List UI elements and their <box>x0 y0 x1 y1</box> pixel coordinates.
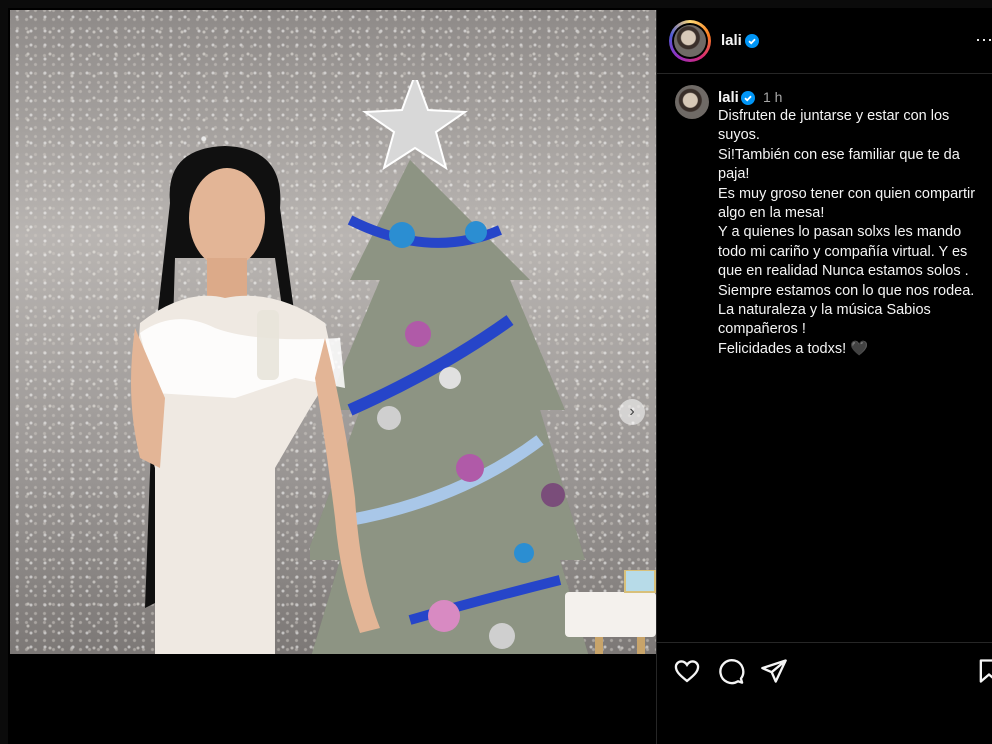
caption-line: todo mi cariño y compañía virtual. Y es <box>718 243 968 260</box>
caption-line: compañeros ! <box>718 321 806 338</box>
send-icon[interactable] <box>760 657 788 685</box>
woman-image <box>131 146 380 654</box>
verified-badge-icon <box>741 91 755 105</box>
caption-line: La naturaleza y la música Sabios <box>718 302 931 319</box>
chevron-right-icon: › <box>629 403 635 420</box>
caption-line: Disfruten de juntarse y estar con los <box>718 108 950 124</box>
caption-line: que en realidad Nunca estamos solos . <box>718 263 969 280</box>
caption-line: algo en la mesa! <box>718 205 825 222</box>
avatar-image <box>674 25 706 57</box>
toy-piano-image <box>565 570 656 654</box>
caption-line: Y a quienes lo pasan solxs les mando <box>718 224 962 241</box>
header-username[interactable]: lali <box>721 32 742 49</box>
next-photo-button[interactable]: › <box>619 399 645 425</box>
bookmark-icon[interactable] <box>975 657 992 685</box>
post-caption: Disfruten de juntarse y estar con los su… <box>718 107 988 359</box>
avatar <box>672 23 708 59</box>
photo-letterbox <box>10 654 656 744</box>
caption-line: paja! <box>718 166 750 183</box>
action-bar <box>657 642 992 699</box>
caption-avatar[interactable] <box>675 85 709 119</box>
column-divider <box>656 10 657 744</box>
post-photo: › <box>10 10 656 654</box>
caption-username[interactable]: lali <box>718 89 739 106</box>
more-options-icon[interactable]: ⋯ <box>975 30 992 51</box>
caption-line: Es muy groso tener con quien compartir <box>718 185 976 202</box>
verified-badge-icon <box>745 34 759 48</box>
post-timestamp[interactable]: 1 h <box>763 89 782 105</box>
caption-line: suyos. <box>718 127 760 144</box>
heart-icon[interactable] <box>673 657 701 685</box>
post-header: lali ⋯ <box>657 10 992 74</box>
comment-icon[interactable] <box>717 657 745 685</box>
caption-line: Si!También con ese familiar que te da <box>718 146 960 163</box>
caption-line: Siempre estamos con lo que nos rodea. <box>718 282 975 299</box>
caption-line: Felicidades a todxs! 🖤 <box>718 340 869 357</box>
story-ring[interactable] <box>669 20 711 62</box>
